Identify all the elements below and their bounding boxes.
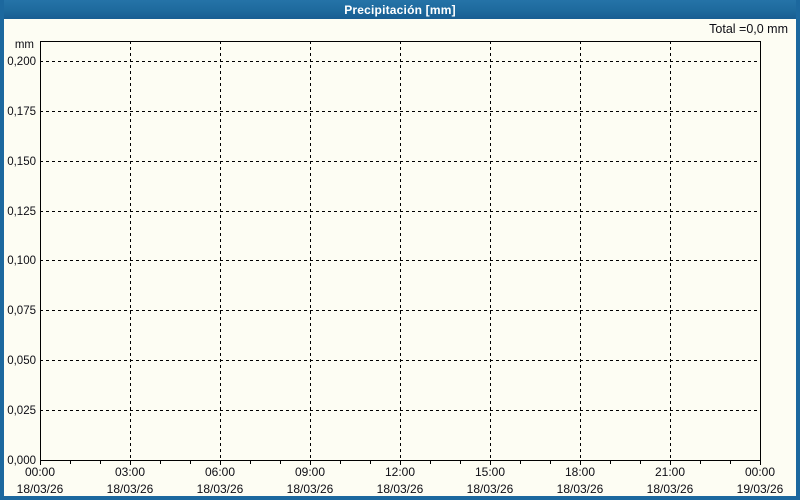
x-tick-label-time: 00:00 — [745, 465, 775, 479]
x-tick-label-time: 12:00 — [385, 465, 415, 479]
x-tick-label-date: 18/03/26 — [467, 482, 514, 496]
x-tick-label-date: 18/03/26 — [17, 482, 64, 496]
chart-window: Precipitación [mm] Total =0,0 mm 0,000 0,… — [0, 0, 800, 500]
x-tick-label-time: 21:00 — [655, 465, 685, 479]
x-tick-label-date: 19/03/26 — [737, 482, 784, 496]
y-tick-label: 0,050 — [7, 355, 36, 367]
y-tick-label: 0,125 — [7, 206, 36, 218]
x-tick-label-date: 18/03/26 — [557, 482, 604, 496]
y-tick-label: 0,175 — [7, 106, 36, 118]
precipitation-chart: 0,0000,0250,0500,0750,1000,1250,1500,175… — [7, 39, 784, 496]
y-axis-unit-label: mm — [15, 39, 34, 51]
x-tick-label-date: 18/03/26 — [197, 482, 244, 496]
y-tick-label: 0,100 — [7, 255, 36, 267]
x-tick-label-time: 15:00 — [475, 465, 505, 479]
y-tick-label: 0,150 — [7, 156, 36, 168]
x-tick-label-time: 03:00 — [115, 465, 145, 479]
x-tick-label-time: 18:00 — [565, 465, 595, 479]
x-tick-label-date: 18/03/26 — [287, 482, 334, 496]
x-tick-label-date: 18/03/26 — [377, 482, 424, 496]
x-tick-label-time: 09:00 — [295, 465, 325, 479]
y-tick-label: 0,075 — [7, 305, 36, 317]
x-tick-label-date: 18/03/26 — [107, 482, 154, 496]
x-tick-label-date: 18/03/26 — [647, 482, 694, 496]
y-tick-label: 0,025 — [7, 405, 36, 417]
x-tick-label-time: 06:00 — [205, 465, 235, 479]
y-tick-label: 0,200 — [7, 56, 36, 68]
x-tick-label-time: 00:00 — [25, 465, 55, 479]
